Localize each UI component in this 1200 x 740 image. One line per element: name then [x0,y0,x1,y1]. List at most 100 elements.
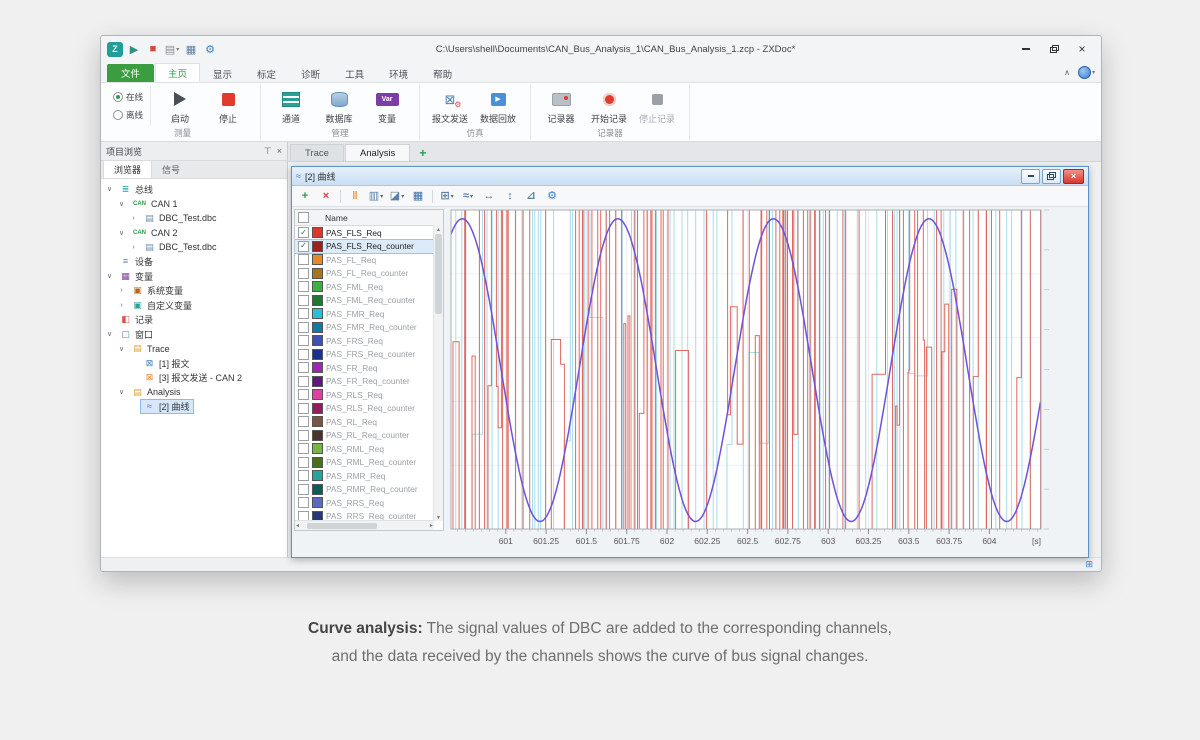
stop-button[interactable]: 停止 [204,86,252,125]
signal-checkbox[interactable] [298,349,309,360]
signal-row-PAS_FL_Req[interactable]: PAS_FL_Req [295,253,434,267]
signal-row-PAS_FR_Req[interactable]: PAS_FR_Req [295,361,434,375]
signal-row-PAS_FLS_Req[interactable]: ✓PAS_FLS_Req [295,226,434,240]
tree-item-records[interactable]: ◧记录 [101,313,287,328]
signal-row-PAS_RML_Req[interactable]: PAS_RML_Req [295,442,434,456]
tree-item-can-1[interactable]: ∨CANCAN 1 [101,197,287,212]
curve-mode-button[interactable]: ≈▾ [459,188,477,204]
status-grid-icon[interactable]: ⊞ [1085,560,1093,569]
ribbon-tab-tools[interactable]: 工具 [333,65,376,82]
scroll-up-icon[interactable]: ▴ [437,225,440,233]
signal-checkbox[interactable] [298,308,309,319]
add-signal-button[interactable]: + [296,188,314,204]
message-send-button[interactable]: ⊠报文发送 [426,86,474,125]
signal-row-PAS_FMR_Req[interactable]: PAS_FMR_Req [295,307,434,321]
ribbon-tab-diagnosis[interactable]: 诊断 [289,65,332,82]
save-image-button[interactable]: ▦ [409,188,427,204]
signal-row-PAS_FL_Req_counter[interactable]: PAS_FL_Req_counter [295,267,434,281]
signal-checkbox[interactable] [298,443,309,454]
panel-tab-signals[interactable]: 信号 [152,161,190,178]
channel-button[interactable]: 通道 [267,86,315,125]
expand-icon[interactable]: › [129,244,138,251]
signal-row-PAS_RLS_Req_counter[interactable]: PAS_RLS_Req_counter [295,402,434,416]
signal-checkbox[interactable] [298,497,309,508]
tree-item-trace-folder[interactable]: ∨▤Trace [101,342,287,357]
radio-offline[interactable]: 离线 [113,109,143,121]
signal-checkbox[interactable] [298,403,309,414]
collapse-icon[interactable]: ∨ [105,185,114,193]
signal-checkbox[interactable] [298,335,309,346]
tree-item-windows[interactable]: ∨▢窗口 [101,327,287,342]
tree-item-analysis-folder[interactable]: ∨▤Analysis [101,385,287,400]
measure-button[interactable]: ⊿ [522,188,540,204]
curve-minimize-button[interactable] [1021,169,1040,184]
signal-checkbox[interactable] [298,484,309,495]
settings-button[interactable]: ⚙ [543,188,561,204]
signal-checkbox[interactable] [298,416,309,427]
ribbon-tab-display[interactable]: 显示 [201,65,244,82]
tree-item-send-3[interactable]: ⊠[3] 报文发送 - CAN 2 [101,371,287,386]
signal-checkbox[interactable] [298,470,309,481]
ribbon-tab-environment[interactable]: 环境 [377,65,420,82]
pin-icon[interactable]: ⊤ [264,146,272,157]
collapse-ribbon-icon[interactable]: ∧ [1064,68,1070,77]
tree-item-bus[interactable]: ∨≣总线 [101,182,287,197]
open-icon[interactable]: ▤▾ [164,40,180,58]
signal-checkbox[interactable] [298,430,309,441]
select-all-checkbox[interactable] [298,212,309,223]
restore-button[interactable] [1041,40,1067,58]
save-icon[interactable]: ▦ [183,40,199,58]
signal-row-PAS_FML_Req_counter[interactable]: PAS_FML_Req_counter [295,294,434,308]
curve-chart[interactable]: 601601.25601.5601.75602602.25602.5602.75… [450,209,1086,551]
collapse-icon[interactable]: ∨ [117,200,126,208]
vscroll-thumb[interactable] [435,234,442,314]
app-logo-icon[interactable]: Z [107,42,123,57]
tree-item-curve-2[interactable]: ≈[2] 曲线 [101,400,287,415]
signal-row-PAS_FML_Req[interactable]: PAS_FML_Req [295,280,434,294]
language-globe-button[interactable]: ▾ [1078,66,1095,79]
signal-checkbox[interactable]: ✓ [298,227,309,238]
tree-item-system-variables[interactable]: ›▣系统变量 [101,284,287,299]
start-record-button[interactable]: 开始记录 [585,86,633,125]
expand-icon[interactable]: › [117,302,126,309]
signal-checkbox[interactable] [298,457,309,468]
tree-item-dbc-can1[interactable]: ›▤DBC_Test.dbc [101,211,287,226]
tree-item-variables[interactable]: ∨▦变量 [101,269,287,284]
signal-checkbox[interactable] [298,281,309,292]
close-button[interactable]: × [1069,40,1095,58]
signal-row-PAS_RRS_Req[interactable]: PAS_RRS_Req [295,496,434,510]
signal-row-PAS_FRS_Req[interactable]: PAS_FRS_Req [295,334,434,348]
curve-close-button[interactable]: × [1063,169,1084,184]
signal-list-vscrollbar[interactable]: ▴ ▾ [433,225,443,521]
signal-checkbox[interactable]: ✓ [298,241,309,252]
signal-checkbox[interactable] [298,295,309,306]
collapse-icon[interactable]: ∨ [117,229,126,237]
line-style-button[interactable]: ◪▾ [388,188,406,204]
signal-row-PAS_FRS_Req_counter[interactable]: PAS_FRS_Req_counter [295,348,434,362]
collapse-icon[interactable]: ∨ [105,272,114,280]
remove-signal-button[interactable]: × [317,188,335,204]
tree-item-device[interactable]: ≡设备 [101,255,287,270]
grid-button[interactable]: ⊞▾ [438,188,456,204]
quick-stop-icon[interactable]: ■ [145,40,161,58]
panel-close-icon[interactable]: × [277,146,282,156]
tree-item-custom-variables[interactable]: ›▣自定义变量 [101,298,287,313]
start-button[interactable]: 启动 [156,86,204,125]
scroll-left-icon[interactable]: ◂ [296,522,299,530]
recorder-button[interactable]: 记录器 [537,86,585,125]
data-replay-button[interactable]: ▶数据回放 [474,86,522,125]
signal-checkbox[interactable] [298,268,309,279]
tree-item-dbc-can2[interactable]: ›▤DBC_Test.dbc [101,240,287,255]
signal-row-PAS_FR_Req_counter[interactable]: PAS_FR_Req_counter [295,375,434,389]
collapse-icon[interactable]: ∨ [117,388,126,396]
doc-tab-analysis[interactable]: Analysis [345,144,410,161]
scroll-right-icon[interactable]: ▸ [430,522,433,530]
wrench-icon[interactable]: ⚙ [202,40,218,58]
ribbon-tab-home[interactable]: 主页 [155,63,200,82]
ribbon-tab-file[interactable]: 文件 [107,64,154,82]
signal-row-PAS_RL_Req_counter[interactable]: PAS_RL_Req_counter [295,429,434,443]
hscroll-thumb[interactable] [307,523,377,529]
run-icon[interactable]: ▶ [126,40,142,58]
tree-item-message-1[interactable]: ⊠[1] 报文 [101,356,287,371]
database-button[interactable]: 数据库 [315,86,363,125]
